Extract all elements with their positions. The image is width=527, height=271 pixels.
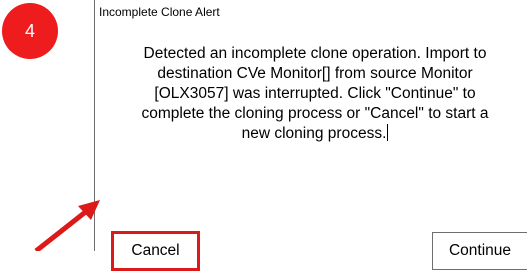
message-line-last: new cloning process. bbox=[105, 124, 525, 144]
continue-button[interactable]: Continue bbox=[432, 232, 527, 270]
message-line: new cloning process. bbox=[241, 125, 387, 142]
step-number-badge: 4 bbox=[2, 3, 58, 59]
message-line: Detected an incomplete clone operation. … bbox=[143, 45, 487, 62]
message-line: destination CVe Monitor[] from source Mo… bbox=[157, 65, 473, 82]
dialog-title: Incomplete Clone Alert bbox=[99, 5, 220, 19]
text-caret bbox=[387, 124, 389, 141]
incomplete-clone-alert-dialog: Incomplete Clone Alert Detected an incom… bbox=[94, 0, 527, 271]
dialog-message: Detected an incomplete clone operation. … bbox=[105, 44, 525, 144]
cancel-button[interactable]: Cancel bbox=[111, 231, 200, 271]
message-line: [OLX3057] was interrupted. Click "Contin… bbox=[154, 85, 476, 102]
message-line: complete the cloning process or "Cancel"… bbox=[141, 105, 489, 122]
